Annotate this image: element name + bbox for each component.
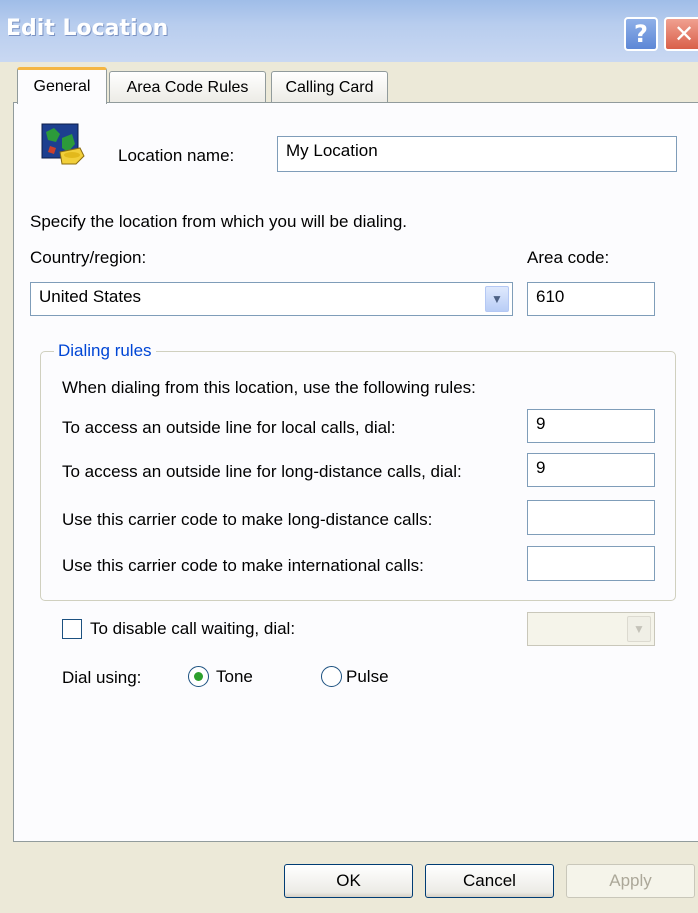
tab-general-label: General [33, 78, 91, 95]
instructions-text: Specify the location from which you will… [30, 212, 408, 231]
local-calls-input[interactable]: 9 [527, 409, 655, 443]
tab-area-code-rules-label: Area Code Rules [126, 78, 249, 96]
local-calls-value: 9 [536, 414, 546, 433]
disable-call-waiting-label: To disable call waiting, dial: [90, 619, 296, 638]
long-distance-calls-value: 9 [536, 458, 546, 477]
international-carrier-input[interactable] [527, 546, 655, 581]
area-code-label: Area code: [527, 248, 610, 267]
tone-radio-selected-dot [194, 672, 203, 681]
long-distance-calls-label: To access an outside line for long-dista… [62, 462, 462, 481]
cancel-button-label: Cancel [463, 871, 516, 890]
close-icon: ✕ [673, 20, 695, 48]
tab-calling-card-label: Calling Card [285, 78, 374, 96]
country-region-label: Country/region: [30, 248, 147, 267]
pulse-label: Pulse [346, 667, 389, 686]
tone-label: Tone [216, 667, 253, 686]
chevron-down-icon: ▼ [633, 622, 645, 636]
location-name-input[interactable]: My Location [277, 136, 677, 172]
close-button[interactable]: ✕ [664, 17, 698, 51]
help-button[interactable]: ? [624, 17, 658, 51]
tab-calling-card[interactable]: Calling Card [271, 71, 388, 103]
area-code-value: 610 [536, 287, 565, 306]
dialing-rules-intro: When dialing from this location, use the… [62, 378, 476, 397]
pulse-radio[interactable] [321, 666, 342, 687]
long-distance-carrier-input[interactable] [527, 500, 655, 535]
local-calls-label: To access an outside line for local call… [62, 418, 396, 437]
tone-radio[interactable] [188, 666, 209, 687]
international-carrier-label: Use this carrier code to make internatio… [62, 556, 424, 575]
dialing-rules-legend: Dialing rules [54, 341, 156, 361]
apply-button-label: Apply [609, 871, 652, 890]
long-distance-carrier-label: Use this carrier code to make long-dista… [62, 510, 433, 529]
disable-call-waiting-checkbox[interactable] [62, 619, 82, 639]
window-title: Edit Location [6, 16, 169, 41]
tab-area-code-rules[interactable]: Area Code Rules [109, 71, 266, 103]
country-dropdown-button[interactable]: ▼ [485, 286, 509, 312]
ok-button[interactable]: OK [284, 864, 413, 898]
title-bar[interactable]: Edit Location ? ✕ [0, 0, 698, 62]
dial-using-label: Dial using: [62, 668, 142, 687]
area-code-input[interactable]: 610 [527, 282, 655, 316]
edit-location-window: Edit Location ? ✕ General Area Code Rule… [0, 0, 698, 913]
cancel-button[interactable]: Cancel [425, 864, 554, 898]
country-region-select[interactable]: United States [30, 282, 513, 316]
location-name-label: Location name: [118, 146, 235, 165]
chevron-down-icon: ▼ [491, 292, 503, 306]
tab-general[interactable]: General [17, 67, 107, 104]
location-name-value: My Location [286, 141, 378, 160]
call-waiting-dropdown-button[interactable]: ▼ [627, 616, 651, 642]
country-region-value: United States [39, 287, 142, 306]
long-distance-calls-input[interactable]: 9 [527, 453, 655, 487]
apply-button[interactable]: Apply [566, 864, 695, 898]
ok-button-label: OK [336, 871, 361, 890]
globe-phone-icon [41, 123, 85, 165]
help-icon: ? [634, 20, 648, 48]
